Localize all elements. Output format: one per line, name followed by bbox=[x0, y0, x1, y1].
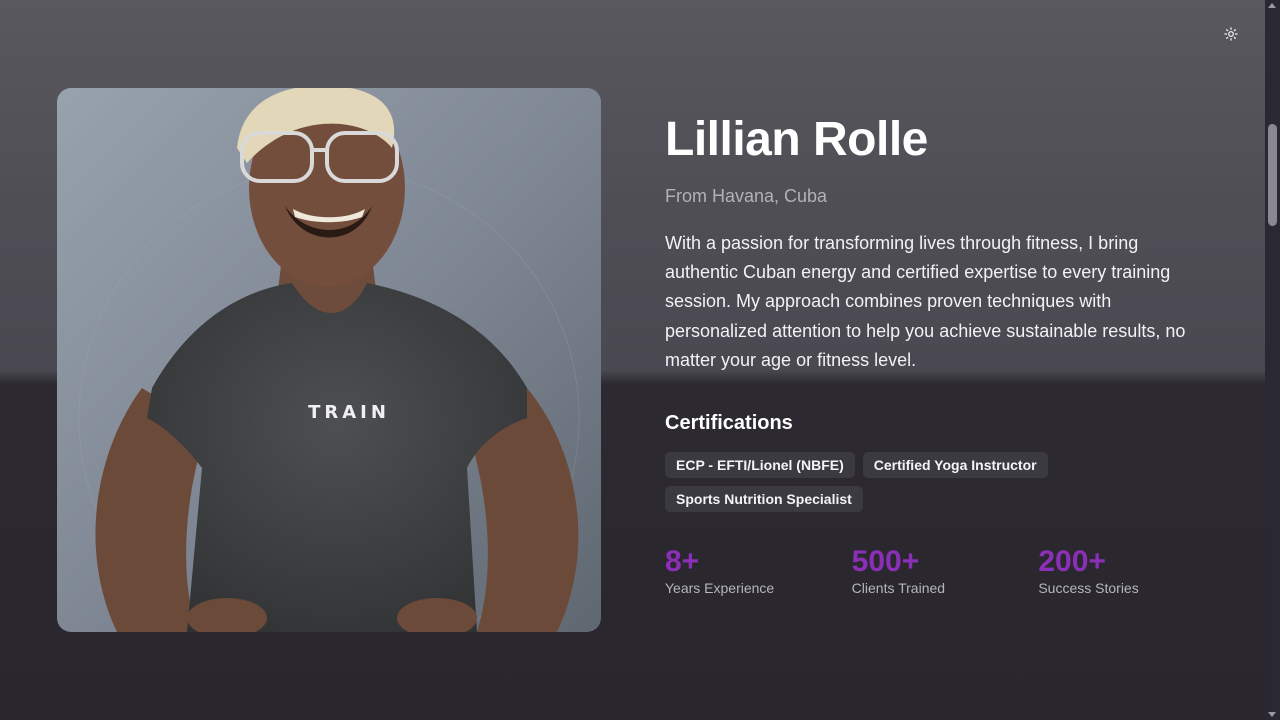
shirt-print: TRAIN bbox=[308, 402, 390, 423]
trainer-origin: From Havana, Cuba bbox=[665, 186, 828, 206]
scroll-up-arrow-icon[interactable] bbox=[1268, 3, 1276, 8]
stat-value: 500+ bbox=[851, 545, 920, 579]
stat-label: Clients Trained bbox=[851, 580, 946, 597]
scroll-down-arrow-icon[interactable] bbox=[1268, 712, 1276, 717]
trainer-name: Lillian Rolle bbox=[665, 113, 928, 166]
stat-label: Success Stories bbox=[1038, 580, 1139, 597]
certifications-heading: Certifications bbox=[665, 412, 793, 435]
stat-label: Years Experience bbox=[665, 580, 775, 597]
page-scrollbar[interactable] bbox=[1265, 0, 1280, 720]
stat-years-experience: 8+ Years Experience bbox=[665, 545, 852, 597]
theme-toggle-button[interactable] bbox=[1218, 21, 1244, 47]
certification-badge: Sports Nutrition Specialist bbox=[665, 486, 863, 513]
profile-photo: TRAIN bbox=[57, 88, 601, 632]
certification-badge: ECP - EFTI/Lionel (NBFE) bbox=[665, 452, 855, 479]
trainer-bio: With a passion for transforming lives th… bbox=[665, 233, 1186, 370]
certification-badge: Certified Yoga Instructor bbox=[862, 452, 1048, 479]
stat-value: 8+ bbox=[665, 545, 700, 579]
stats-row: 8+ Years Experience 500+ Clients Trained… bbox=[665, 545, 1225, 597]
sun-icon bbox=[1224, 27, 1238, 41]
certifications-list: ECP - EFTI/Lionel (NBFE) Certified Yoga … bbox=[665, 452, 1085, 513]
scrollbar-thumb[interactable] bbox=[1268, 124, 1277, 226]
stat-success-stories: 200+ Success Stories bbox=[1038, 545, 1225, 597]
stat-clients-trained: 500+ Clients Trained bbox=[852, 545, 1039, 597]
stat-value: 200+ bbox=[1038, 545, 1106, 579]
